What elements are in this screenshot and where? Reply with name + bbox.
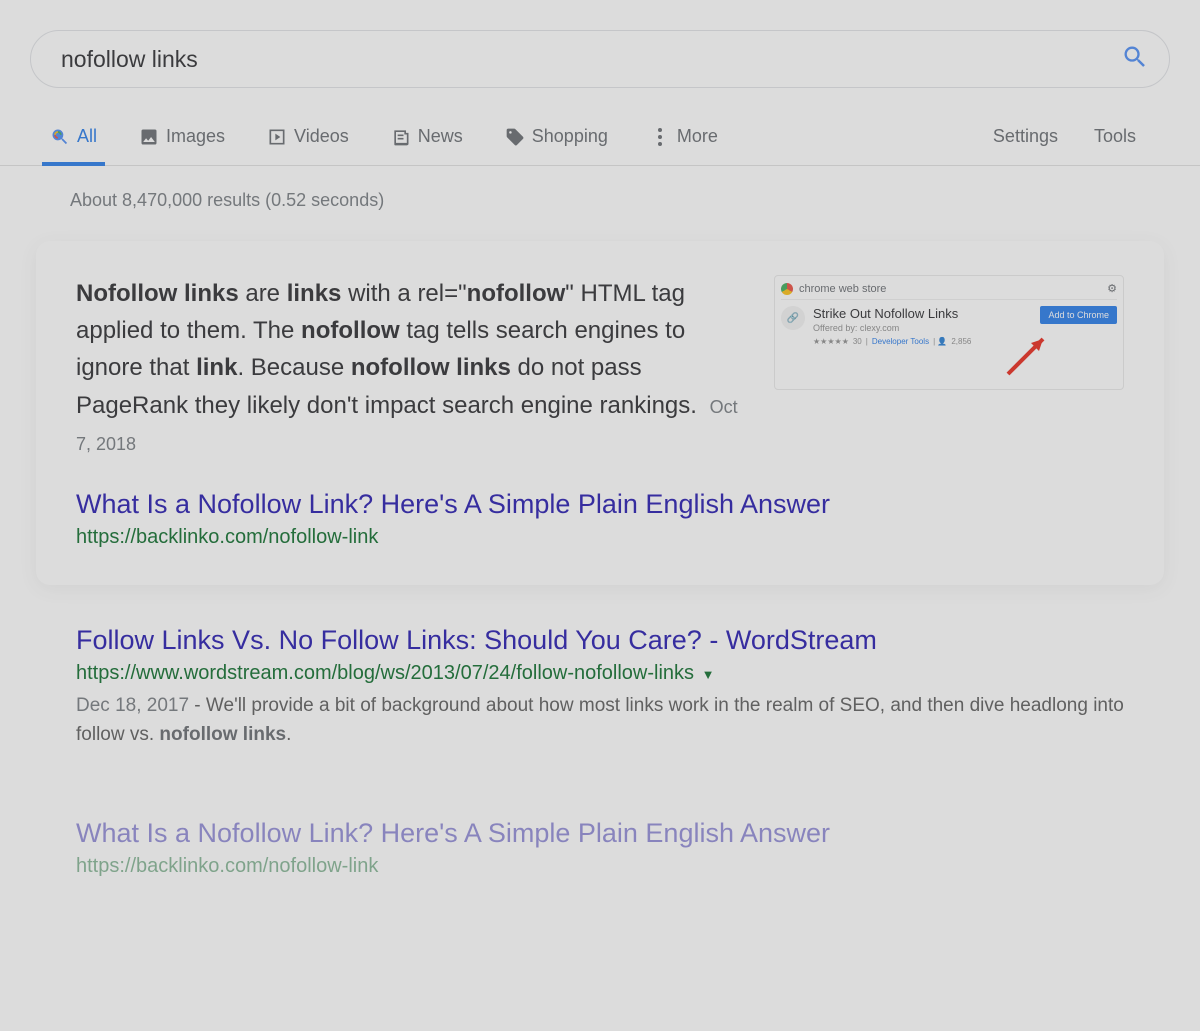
tab-images[interactable]: Images [139,126,225,165]
result-3-url[interactable]: https://backlinko.com/nofollow-link [76,855,1124,878]
video-icon [267,127,287,147]
tab-more[interactable]: More [650,126,718,165]
tab-shopping-label: Shopping [532,126,608,147]
search-icon[interactable] [1121,43,1149,76]
result-2: Follow Links Vs. No Follow Links: Should… [30,585,1170,750]
add-to-chrome-button: Add to Chrome [1040,306,1117,324]
result-2-title[interactable]: Follow Links Vs. No Follow Links: Should… [76,625,1124,656]
tabs-row: All Images Videos News Shopping [0,106,1200,166]
thumb-offered: Offered by: clexy.com [813,323,1032,333]
stars-icon: ★★★★★ [813,337,849,346]
search-icon-color [50,127,70,147]
tab-images-label: Images [166,126,225,147]
news-icon [391,127,411,147]
image-icon [139,127,159,147]
thumb-meta: ★★★★★ 30 | Developer Tools | 👤 2,856 [813,337,1032,346]
thumb-ext-title: Strike Out Nofollow Links [813,306,1032,321]
tab-videos-label: Videos [294,126,349,147]
result-2-url[interactable]: https://www.wordstream.com/blog/ws/2013/… [76,662,1124,685]
tab-all-label: All [77,126,97,147]
search-input[interactable] [61,46,1121,73]
featured-result-url[interactable]: https://backlinko.com/nofollow-link [76,526,1124,549]
featured-snippet: Nofollow links are links with a rel="nof… [36,241,1164,585]
search-bar[interactable] [30,30,1170,88]
tools-link[interactable]: Tools [1094,126,1136,165]
gear-icon: ⚙ [1107,282,1117,295]
red-arrow-annotation [1003,329,1053,379]
result-2-desc: Dec 18, 2017 - We'll provide a bit of ba… [76,691,1124,750]
tab-shopping[interactable]: Shopping [505,126,608,165]
snippet-text: Nofollow links are links with a rel="nof… [76,275,742,461]
shopping-icon [505,127,525,147]
result-stats: About 8,470,000 results (0.52 seconds) [30,166,1170,241]
thumb-store-label: chrome web store [799,283,886,295]
featured-thumbnail[interactable]: chrome web store ⚙ 🔗 Strike Out Nofollow… [774,275,1124,390]
chrome-icon [781,283,793,295]
tab-videos[interactable]: Videos [267,126,349,165]
tab-all[interactable]: All [50,126,97,165]
link-icon: 🔗 [781,306,805,330]
settings-link[interactable]: Settings [993,126,1058,165]
featured-result-title[interactable]: What Is a Nofollow Link? Here's A Simple… [76,489,1124,520]
tab-more-label: More [677,126,718,147]
dropdown-icon[interactable]: ▼ [698,667,714,682]
result-3-title[interactable]: What Is a Nofollow Link? Here's A Simple… [76,818,1124,849]
result-3: What Is a Nofollow Link? Here's A Simple… [30,750,1170,878]
more-icon [650,127,670,147]
tab-news-label: News [418,126,463,147]
tab-news[interactable]: News [391,126,463,165]
